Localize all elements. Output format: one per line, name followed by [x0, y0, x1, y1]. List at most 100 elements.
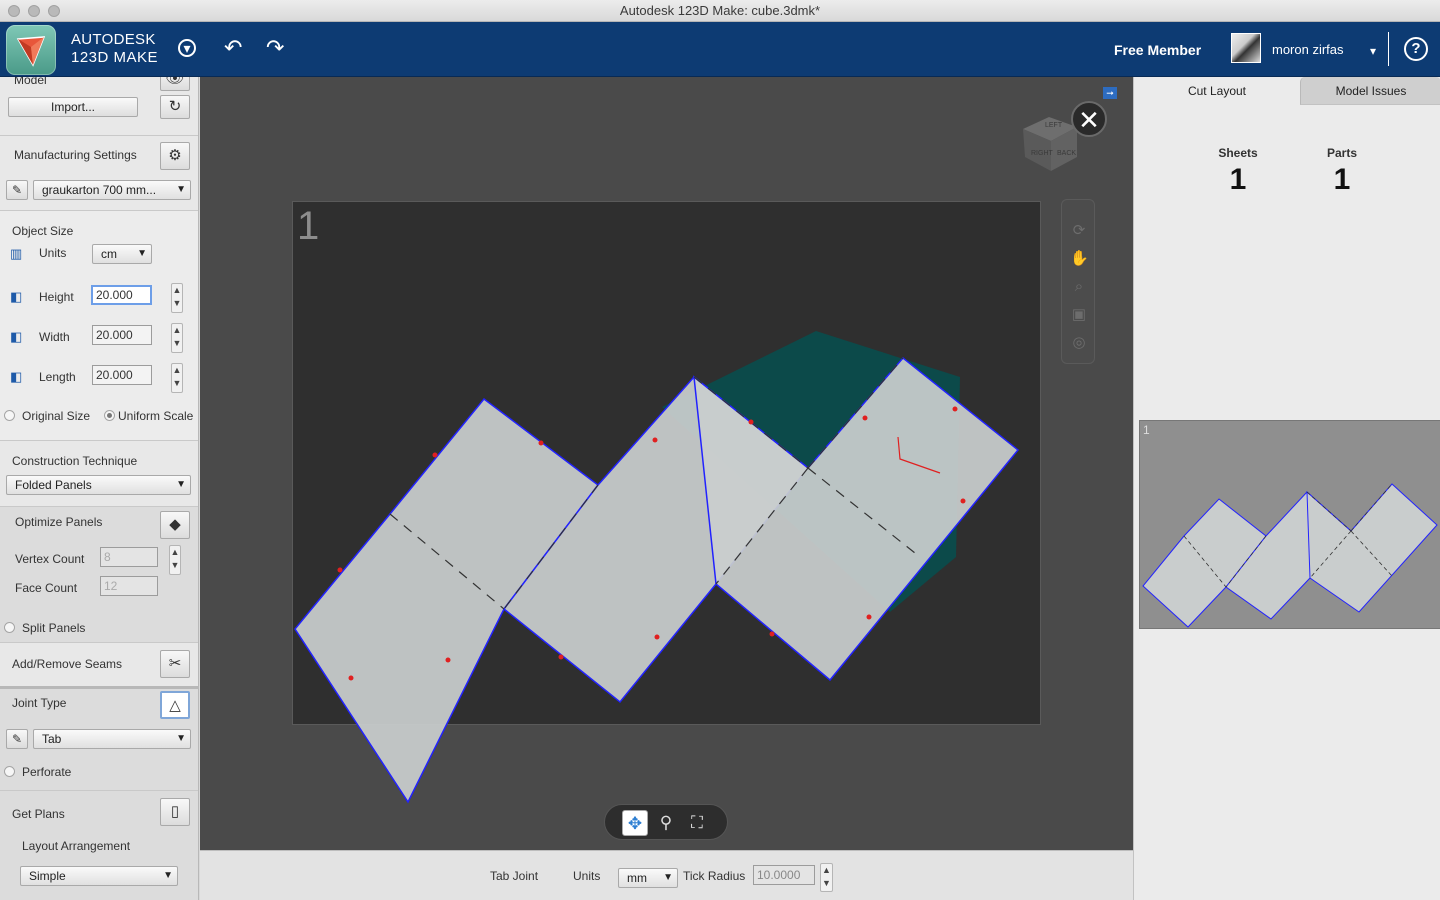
- view-tools-pill: ✥ ⚲ ⛶: [604, 804, 728, 840]
- original-size-label: Original Size: [22, 409, 91, 423]
- edit-material-pencil-icon[interactable]: ✎: [6, 180, 28, 200]
- width-label: Width: [39, 330, 70, 344]
- units-select[interactable]: cm ▼: [92, 244, 152, 264]
- zoom-window-button[interactable]: [48, 5, 60, 17]
- tick-radius-stepper[interactable]: ▲ ▼: [820, 863, 833, 892]
- sheets-label: Sheets: [1218, 146, 1258, 160]
- user-menu-chevron-icon[interactable]: ▾: [1370, 40, 1376, 62]
- redo-icon[interactable]: ↷: [266, 37, 284, 59]
- app-logo-icon: [6, 25, 56, 75]
- material-value: graukarton 700 mm...: [42, 183, 157, 197]
- chevron-down-icon: ▼: [176, 184, 186, 195]
- tick-radius-label: Tick Radius: [683, 869, 746, 883]
- manufacturing-section: Manufacturing Settings ⚙ ✎ graukarton 70…: [0, 135, 198, 209]
- zoom-magnifier-icon[interactable]: ⌕: [1070, 278, 1088, 296]
- left-panel: Model 👁 Import... ↻ Manufacturing Settin…: [0, 77, 199, 900]
- uniform-scale-radio[interactable]: [104, 410, 115, 421]
- chevron-down-icon: ▼: [663, 872, 673, 883]
- undo-icon[interactable]: ↶: [224, 37, 242, 59]
- width-stepper[interactable]: ▲ ▼: [171, 323, 183, 353]
- width-input[interactable]: 20.000: [92, 325, 152, 345]
- chevron-down-icon: ▼: [176, 733, 186, 744]
- length-input[interactable]: 20.000: [92, 365, 152, 385]
- manufacturing-label: Manufacturing Settings: [14, 148, 137, 162]
- thumbnail-net: [1142, 483, 1438, 628]
- units-value: cm: [101, 247, 117, 261]
- perforate-label: Perforate: [22, 765, 72, 779]
- viewcube-back-label: BACK: [1057, 150, 1076, 157]
- sheet-thumbnail[interactable]: 1: [1139, 420, 1440, 629]
- propbar-units-label: Units: [573, 869, 601, 883]
- length-cube-icon: ◧: [10, 369, 23, 384]
- propbar-units-select[interactable]: mm ▼: [618, 868, 678, 888]
- height-cube-icon: ◧: [10, 289, 23, 304]
- net-panels: [294, 356, 1020, 804]
- chevron-down-icon: ▼: [163, 870, 173, 881]
- close-window-button[interactable]: [8, 5, 20, 17]
- fit-view-icon[interactable]: ▣: [1070, 306, 1088, 324]
- pan-hand-icon[interactable]: ✋: [1070, 250, 1089, 268]
- viewcube-right-label: RIGHT: [1031, 150, 1054, 157]
- construction-label: Construction Technique: [12, 454, 138, 468]
- height-input[interactable]: 20.000: [91, 285, 152, 305]
- joint-type-select[interactable]: Tab ▼: [33, 729, 191, 749]
- orbit-icon[interactable]: ⟳: [1070, 222, 1088, 240]
- seams-scissors-icon[interactable]: ✂: [160, 650, 190, 678]
- model-section: Model 👁 Import... ↻: [0, 77, 198, 135]
- optimize-diamond-icon[interactable]: ◆: [160, 511, 190, 539]
- propbar-units-value: mm: [627, 871, 647, 885]
- edit-joint-pencil-icon[interactable]: ✎: [6, 729, 28, 749]
- object-size-label: Object Size: [12, 224, 74, 238]
- tick-radius-input[interactable]: 10.0000: [753, 865, 815, 885]
- import-button[interactable]: Import...: [8, 97, 138, 117]
- parts-count: 1: [1333, 163, 1351, 196]
- close-viewport-button[interactable]: ✕: [1071, 101, 1107, 137]
- membership-label[interactable]: Free Member: [1114, 42, 1201, 58]
- height-stepper[interactable]: ▲ ▼: [171, 283, 183, 313]
- perforate-radio[interactable]: [4, 766, 15, 777]
- optimize-section: Optimize Panels ◆ Vertex Count 8 ▲ ▼ Face…: [0, 506, 198, 642]
- minimize-window-button[interactable]: [28, 5, 40, 17]
- face-count-label: Face Count: [15, 581, 78, 595]
- layout-arrangement-label: Layout Arrangement: [22, 839, 131, 853]
- layout-arrangement-select[interactable]: Simple ▼: [20, 866, 178, 886]
- joint-type-label: Joint Type: [12, 696, 67, 710]
- document-icon[interactable]: ▯: [160, 798, 190, 826]
- viewcube-left-label: LEFT: [1045, 122, 1063, 129]
- eye-icon[interactable]: 👁: [160, 77, 190, 91]
- object-size-section: Object Size ▥ Units cm ▼ ◧ Height 20.000 …: [0, 210, 198, 440]
- orbit-sphere-icon[interactable]: ◎: [1070, 334, 1088, 352]
- gear-icon[interactable]: ⚙: [160, 142, 190, 170]
- joint-triangle-icon[interactable]: △: [160, 691, 190, 719]
- app-menu-chevron-icon[interactable]: ▾: [178, 39, 196, 57]
- split-panels-radio[interactable]: [4, 622, 15, 633]
- model-label: Model: [14, 77, 47, 87]
- chevron-down-icon: ▼: [137, 248, 147, 259]
- face-count-input[interactable]: 12: [100, 576, 158, 596]
- vertex-count-stepper[interactable]: ▲ ▼: [169, 545, 181, 575]
- construction-value: Folded Panels: [15, 478, 92, 492]
- original-size-radio[interactable]: [4, 410, 15, 421]
- material-select[interactable]: graukarton 700 mm... ▼: [33, 180, 191, 200]
- zoom-search-icon[interactable]: ⚲: [653, 810, 679, 836]
- move-arrows-icon[interactable]: ✥: [622, 810, 648, 836]
- length-stepper[interactable]: ▲ ▼: [171, 363, 183, 393]
- header-divider: [1388, 32, 1389, 66]
- brand-product: 123D MAKE: [71, 49, 159, 66]
- joint-properties-bar: Tab Joint Units mm ▼ Tick Radius 10.0000 …: [200, 850, 1133, 900]
- tab-model-issues[interactable]: Model Issues: [1300, 77, 1440, 105]
- vertex-count-input[interactable]: 8: [100, 547, 158, 567]
- split-panels-label: Split Panels: [22, 621, 86, 635]
- construction-select[interactable]: Folded Panels ▼: [6, 475, 191, 495]
- help-button[interactable]: ?: [1404, 37, 1428, 61]
- unfolded-net-drawing[interactable]: [200, 77, 1133, 850]
- tab-cut-layout[interactable]: Cut Layout: [1134, 77, 1300, 105]
- 3d-viewport[interactable]: ➞ 1 LEFT RIGHT BACK ✕ ⟳ ✋ ⌕ ▣ ◎ ✥ ⚲ ⛶: [200, 77, 1133, 850]
- user-avatar[interactable]: [1231, 33, 1261, 63]
- chevron-down-icon: ▼: [176, 479, 186, 490]
- username-label[interactable]: moron zirfas: [1272, 42, 1344, 57]
- sheets-count: 1: [1229, 163, 1247, 196]
- frame-focus-icon[interactable]: ⛶: [684, 810, 710, 836]
- refresh-icon[interactable]: ↻: [160, 95, 190, 119]
- brand-autodesk: AUTODESK: [71, 31, 156, 48]
